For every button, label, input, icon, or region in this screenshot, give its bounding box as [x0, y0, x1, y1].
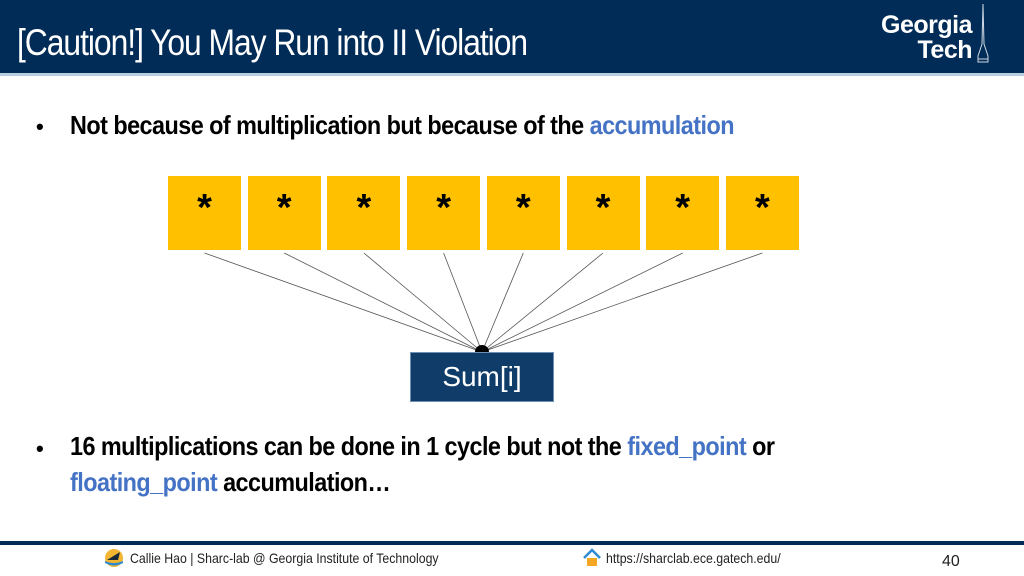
page-number: 40: [942, 553, 960, 570]
multiplier-box: *: [407, 176, 481, 250]
bullet-marker: •: [36, 436, 44, 461]
multiplier-box: *: [646, 176, 720, 250]
bullet-2-or: or: [746, 431, 775, 461]
multiplier-box: *: [725, 176, 799, 250]
bullet-2-line-1: 16 multiplications can be done in 1 cycl…: [70, 431, 775, 462]
fixed-point-highlight: fixed_point: [627, 431, 747, 461]
fan-in-line: [481, 252, 683, 353]
sum-node: Sum[i]: [410, 352, 554, 402]
fan-in-line: [481, 252, 604, 353]
adder-junction-dot: [475, 345, 489, 352]
bullet-2-tail: accumulation…: [217, 467, 391, 497]
fan-in-line: [443, 252, 483, 353]
bullet-2-body: 16 multiplications can be done in 1 cycl…: [70, 431, 628, 461]
fan-in-line: [284, 252, 483, 353]
multiplier-box: *: [486, 176, 560, 250]
sharc-lab-logo-icon: [105, 549, 123, 567]
fan-in-line: [481, 252, 524, 353]
footer-url-link[interactable]: https://sharclab.ece.gatech.edu/: [606, 550, 781, 566]
footer-divider: [0, 541, 1024, 545]
multiplier-box: *: [247, 176, 321, 250]
multiplier-box: *: [168, 176, 241, 250]
fan-in-line: [363, 252, 483, 353]
floating-point-highlight: floating_point: [70, 467, 218, 497]
multiplier-box: *: [327, 176, 401, 250]
fan-in-line: [204, 252, 483, 353]
multiplier-box: *: [566, 176, 640, 250]
bullet-2-line-2: floating_point accumulation…: [70, 467, 391, 498]
footer-author: Callie Hao | Sharc-lab @ Georgia Institu…: [130, 550, 439, 566]
home-icon: [583, 548, 601, 566]
fan-in-line: [481, 252, 763, 353]
